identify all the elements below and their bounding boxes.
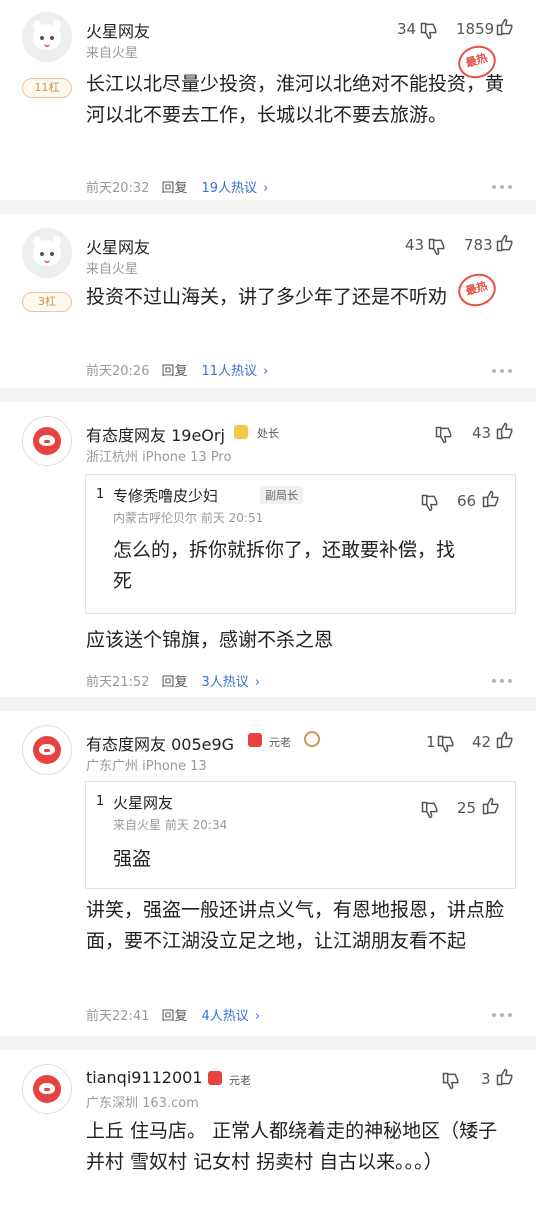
comment-card: 3杠 火星网友 来自火星 43 783 最热 投资不过山海关，讲了多少年了还是不… (0, 214, 536, 402)
user-location: 浙江杭州 iPhone 13 Pro (86, 450, 232, 465)
upvote-count: 783 (464, 236, 493, 254)
comment-meta: 前天22:41 回复 4人热议 › (86, 1005, 260, 1024)
quote-index: 1 (96, 794, 105, 809)
chevron-right-icon: › (254, 1009, 261, 1024)
reply-button[interactable]: 回复 (161, 181, 187, 196)
thumb-down-icon[interactable] (419, 21, 439, 41)
pen-badge-icon (304, 731, 320, 747)
thumb-up-icon[interactable] (481, 796, 501, 816)
rank-tag: 元老 (224, 1071, 256, 1089)
avatar[interactable] (22, 416, 72, 466)
user-name-text[interactable]: 有态度网友 19eOrj (86, 426, 225, 445)
user-name[interactable]: 有态度网友 19eOrj (86, 422, 225, 446)
comment-meta: 前天20:32 回复 19人热议 › (86, 177, 268, 196)
quoted-reply[interactable]: 1 火星网友 来自火星 前天 20:34 25 强盗 (85, 781, 516, 889)
comment-card: 有态度网友 005e9G 元老 广东广州 iPhone 13 1 42 1 火星… (0, 711, 536, 1050)
discussion-link[interactable]: 19人热议 (201, 181, 257, 196)
discussion-link[interactable]: 4人热议 (201, 1009, 248, 1024)
comment-card: 11杠 火星网友 来自火星 34 1859 最热 长江以北尽量少投资，淮河以北绝… (0, 0, 536, 214)
downvote-count: 1 (426, 733, 436, 751)
quote-upvote-count: 66 (457, 492, 477, 510)
quote-user-name[interactable]: 火星网友 (113, 792, 173, 813)
comment-text: 应该送个锦旗，感谢不杀之恩 (86, 629, 334, 651)
comment-text: 上丘 住马店。 正常人都绕着走的神秘地区（矮子并村 雪奴村 记女村 拐卖村 自古… (86, 1120, 498, 1173)
user-name-text[interactable]: tianqi9112001 (86, 1068, 203, 1087)
quoted-reply[interactable]: 1 专修秃噜皮少妇 副局长 内蒙古呼伦贝尔 前天 20:51 66 怎么的，拆你… (85, 474, 516, 614)
avatar[interactable] (22, 725, 72, 775)
reply-button[interactable]: 回复 (161, 364, 187, 379)
level-badge: 11杠 (22, 78, 72, 98)
shield-badge-icon (208, 1071, 222, 1085)
thumb-up-icon[interactable] (481, 489, 501, 509)
thumb-up-icon[interactable] (495, 233, 515, 253)
more-dots-icon[interactable] (492, 369, 512, 375)
comment-meta: 前天20:26 回复 11人热议 › (86, 360, 268, 379)
upvote-count: 1859 (456, 20, 495, 38)
avatar[interactable] (22, 228, 72, 278)
chevron-right-icon: › (263, 181, 269, 196)
user-location: 广东深圳 163.com (86, 1096, 199, 1111)
upvote-count: 3 (481, 1070, 491, 1088)
downvote-count: 34 (397, 20, 417, 38)
user-location: 来自火星 (86, 262, 139, 277)
comment-text: 长江以北尽量少投资，淮河以北绝对不能投资，黄河以北不要去工作，长城以北不要去旅游… (86, 73, 505, 126)
more-dots-icon[interactable] (492, 185, 512, 191)
user-name[interactable]: tianqi9112001 (86, 1068, 203, 1087)
thumb-up-icon[interactable] (495, 17, 515, 37)
thumb-down-icon[interactable] (420, 800, 440, 820)
comment-text: 讲笑，强盗一般还讲点义气，有恩地报恩，讲点脸面，要不江湖没立足之地，让江湖朋友看… (86, 899, 505, 952)
discussion-link[interactable]: 11人热议 (201, 364, 257, 379)
comment-time: 前天21:52 (86, 675, 150, 690)
thumb-up-icon[interactable] (495, 730, 515, 750)
rank-tag: 处长 (252, 424, 284, 442)
chevron-right-icon: › (254, 675, 261, 690)
quote-location-time: 内蒙古呼伦贝尔 前天 20:51 (113, 511, 264, 525)
user-location: 广东广州 iPhone 13 (86, 759, 207, 774)
reply-button[interactable]: 回复 (161, 675, 187, 690)
avatar[interactable] (22, 1064, 72, 1114)
chevron-right-icon: › (263, 364, 269, 379)
rank-medal-icon (234, 425, 248, 439)
avatar[interactable] (22, 12, 72, 62)
comment-time: 前天20:26 (86, 364, 150, 379)
comment-time: 前天22:41 (86, 1009, 150, 1024)
rank-tag: 元老 (264, 733, 296, 751)
user-name[interactable]: 火星网友 (86, 234, 150, 258)
quote-text: 强盗 (113, 848, 152, 870)
quote-user-name[interactable]: 专修秃噜皮少妇 (113, 485, 218, 506)
upvote-count: 43 (472, 424, 492, 442)
more-dots-icon[interactable] (492, 679, 512, 685)
comment-text: 投资不过山海关，讲了多少年了还是不听劝 (86, 286, 448, 308)
quote-rank-tag: 副局长 (260, 486, 303, 504)
level-badge: 3杠 (22, 292, 72, 312)
thumb-up-icon[interactable] (495, 421, 515, 441)
quote-location-time: 来自火星 前天 20:34 (113, 818, 228, 832)
quote-text: 怎么的，拆你就拆你了，还敢要补偿，找死 (113, 539, 456, 592)
thumb-down-icon[interactable] (427, 237, 447, 257)
more-dots-icon[interactable] (492, 1013, 512, 1019)
comment-meta: 前天21:52 回复 3人热议 › (86, 671, 260, 690)
upvote-count: 42 (472, 733, 492, 751)
downvote-count: 43 (405, 236, 425, 254)
user-location: 来自火星 (86, 46, 139, 61)
discussion-link[interactable]: 3人热议 (201, 675, 248, 690)
comment-card: tianqi9112001 元老 广东深圳 163.com 3 上丘 住马店。 … (0, 1050, 536, 1220)
user-name-text[interactable]: 有态度网友 005e9G (86, 735, 234, 754)
user-name[interactable]: 有态度网友 005e9G (86, 731, 234, 755)
reply-button[interactable]: 回复 (161, 1009, 187, 1024)
user-name[interactable]: 火星网友 (86, 18, 150, 42)
thumb-down-icon[interactable] (434, 425, 454, 445)
thumb-down-icon[interactable] (436, 734, 456, 754)
comment-time: 前天20:32 (86, 181, 150, 196)
comment-card: 有态度网友 19eOrj 处长 浙江杭州 iPhone 13 Pro 43 1 … (0, 402, 536, 711)
thumb-down-icon[interactable] (420, 493, 440, 513)
thumb-down-icon[interactable] (441, 1071, 461, 1091)
shield-badge-icon (248, 733, 262, 747)
quote-index: 1 (96, 487, 105, 502)
quote-upvote-count: 25 (457, 799, 477, 817)
thumb-up-icon[interactable] (495, 1067, 515, 1087)
